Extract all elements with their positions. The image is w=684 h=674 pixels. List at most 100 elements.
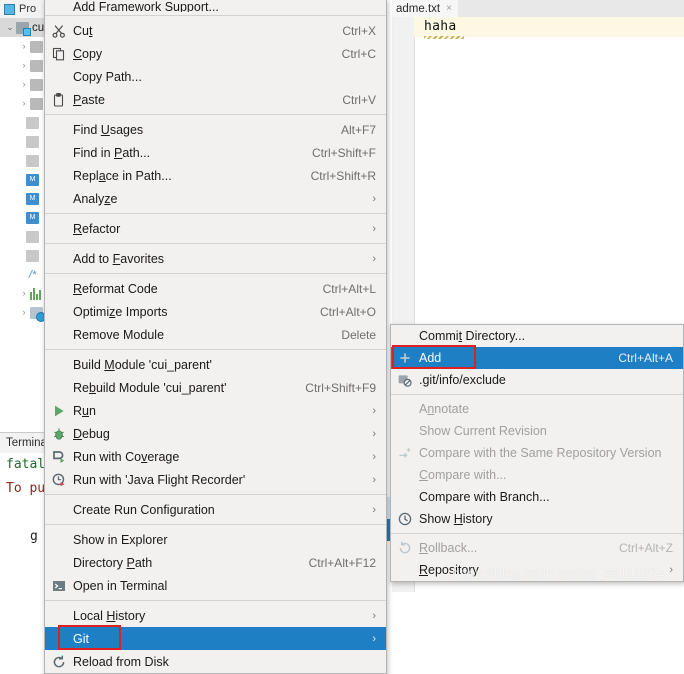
- ctx-remove-module[interactable]: Remove Module Delete: [45, 323, 386, 346]
- tree-node[interactable]: M: [0, 208, 42, 227]
- chevron-right-icon[interactable]: ›: [18, 56, 30, 75]
- chevron-right-icon: ›: [372, 450, 376, 463]
- maven-icon: M: [26, 211, 39, 224]
- git-git-info-exclude[interactable]: .git/info/exclude: [391, 369, 683, 391]
- menu-item-label: Add: [419, 351, 442, 365]
- ctx-git[interactable]: Git ›: [45, 627, 386, 650]
- menu-separator: [45, 213, 386, 214]
- rollback-icon: [397, 540, 413, 556]
- chevron-right-icon[interactable]: ›: [18, 37, 30, 56]
- tree-node-label: cu: [32, 21, 45, 34]
- file-icon: [26, 230, 39, 243]
- ctx-run[interactable]: Run ›: [45, 399, 386, 422]
- tree-node[interactable]: ›: [0, 75, 46, 94]
- ctx-paste[interactable]: Paste Ctrl+V: [45, 88, 386, 111]
- tree-node[interactable]: [0, 132, 42, 151]
- menu-item-label: Add to Favorites: [73, 251, 165, 266]
- git-compare-with-branch[interactable]: Compare with Branch...: [391, 486, 683, 508]
- history-clock-icon: [397, 511, 413, 527]
- ctx-directory-path[interactable]: Directory Path Ctrl+Alt+F12: [45, 551, 386, 574]
- ctx-cut[interactable]: Cut Ctrl+X: [45, 19, 386, 42]
- editor-text-content: haha: [424, 19, 457, 34]
- ctx-rebuild-module-cui-parent[interactable]: Rebuild Module 'cui_parent' Ctrl+Shift+F9: [45, 376, 386, 399]
- tree-node[interactable]: ›: [0, 56, 46, 75]
- compare-icon: [397, 445, 413, 461]
- git-add[interactable]: Add Ctrl+Alt+A: [391, 347, 683, 369]
- bars-icon: [30, 287, 43, 300]
- ctx-run-with-coverage[interactable]: Run with Coverage ›: [45, 445, 386, 468]
- menu-item-label: Find Usages: [73, 122, 144, 137]
- close-icon[interactable]: ×: [446, 3, 452, 14]
- project-pane-title: Pro: [19, 3, 37, 15]
- git-rollback: Rollback... Ctrl+Alt+Z: [391, 537, 683, 559]
- chevron-right-icon[interactable]: ›: [18, 94, 30, 113]
- ctx-add-to-favorites[interactable]: Add to Favorites ›: [45, 247, 386, 270]
- folder-icon: [30, 59, 43, 72]
- ctx-local-history[interactable]: Local History ›: [45, 604, 386, 627]
- menu-item-label: Copy Path...: [73, 69, 142, 84]
- menu-item-label: Reformat Code: [73, 281, 158, 296]
- ctx-open-in-terminal[interactable]: Open in Terminal: [45, 574, 386, 597]
- menu-item-label: Directory Path: [73, 555, 153, 570]
- tree-node[interactable]: M: [0, 189, 42, 208]
- terminal-line: fatal: [6, 457, 46, 472]
- menu-item-shortcut: Ctrl+Shift+F: [311, 145, 376, 160]
- reload-icon: [51, 654, 67, 670]
- menu-item-label: Paste: [73, 92, 105, 107]
- menu-separator: [45, 114, 386, 115]
- ctx-add-framework-support[interactable]: Add Framework Support...: [45, 0, 386, 12]
- menu-separator: [45, 243, 386, 244]
- menu-item-label: .git/info/exclude: [419, 373, 506, 387]
- menu-item-label: Add Framework Support...: [73, 0, 219, 12]
- ctx-find-in-path[interactable]: Find in Path... Ctrl+Shift+F: [45, 141, 386, 164]
- ctx-copy-path[interactable]: Copy Path...: [45, 65, 386, 88]
- chevron-right-icon: ›: [669, 564, 673, 576]
- file-icon: [26, 135, 39, 148]
- module-icon: [16, 21, 31, 36]
- ctx-copy[interactable]: Copy Ctrl+C: [45, 42, 386, 65]
- tree-node[interactable]: M: [0, 170, 42, 189]
- menu-item-shortcut: Ctrl+Shift+F9: [305, 380, 376, 395]
- tree-node[interactable]: ›: [0, 37, 46, 56]
- menu-separator: [45, 349, 386, 350]
- chevron-right-icon[interactable]: ›: [18, 303, 30, 322]
- ctx-create-run-configuration[interactable]: Create Run Configuration ›: [45, 498, 386, 521]
- menu-item-label: Replace in Path...: [73, 168, 172, 183]
- maven-icon: M: [26, 173, 39, 186]
- ctx-run-with-java-flight-recorder[interactable]: Run with 'Java Flight Recorder' ›: [45, 468, 386, 491]
- jfr-icon: [51, 472, 67, 488]
- tree-node[interactable]: [0, 246, 42, 265]
- ctx-reload-from-disk[interactable]: Reload from Disk: [45, 650, 386, 673]
- chevron-down-icon[interactable]: ⌄: [4, 18, 16, 37]
- ctx-replace-in-path[interactable]: Replace in Path... Ctrl+Shift+R: [45, 164, 386, 187]
- editor-tab-bar[interactable]: adme.txt ×: [392, 0, 684, 19]
- tree-node[interactable]: /*: [0, 265, 42, 284]
- git-submenu[interactable]: Commit Directory... Add Ctrl+Alt+A .git/inf…: [390, 324, 684, 582]
- menu-item-label: Remove Module: [73, 327, 165, 342]
- tree-node[interactable]: [0, 227, 42, 246]
- ctx-reformat-code[interactable]: Reformat Code Ctrl+Alt+L: [45, 277, 386, 300]
- ctx-find-usages[interactable]: Find Usages Alt+F7: [45, 118, 386, 141]
- ctx-build-module-cui-parent[interactable]: Build Module 'cui_parent': [45, 353, 386, 376]
- chevron-right-icon[interactable]: ›: [18, 284, 30, 303]
- menu-item-shortcut: Delete: [341, 327, 376, 342]
- file-icon: [26, 249, 39, 262]
- ctx-refactor[interactable]: Refactor ›: [45, 217, 386, 240]
- debug-icon: [51, 426, 67, 442]
- context-menu[interactable]: Add Framework Support... Cut Ctrl+X Copy Ctr…: [44, 0, 387, 674]
- ctx-analyze[interactable]: Analyze ›: [45, 187, 386, 210]
- menu-item-label: Reload from Disk: [73, 654, 169, 669]
- ctx-optimize-imports[interactable]: Optimize Imports Ctrl+Alt+O: [45, 300, 386, 323]
- tree-node[interactable]: ›: [0, 94, 46, 113]
- ctx-show-in-explorer[interactable]: Show in Explorer: [45, 528, 386, 551]
- ctx-debug[interactable]: Debug ›: [45, 422, 386, 445]
- menu-item-label: Find in Path...: [73, 145, 151, 160]
- chevron-right-icon[interactable]: ›: [18, 75, 30, 94]
- spellcheck-squiggle-icon: [424, 36, 464, 39]
- git-show-history[interactable]: Show History: [391, 508, 683, 530]
- git-commit-directory[interactable]: Commit Directory...: [391, 325, 683, 347]
- git-annotate: Annotate: [391, 398, 683, 420]
- tree-node[interactable]: [0, 113, 42, 132]
- menu-item-label: Rebuild Module 'cui_parent': [73, 380, 227, 395]
- tree-node[interactable]: [0, 151, 42, 170]
